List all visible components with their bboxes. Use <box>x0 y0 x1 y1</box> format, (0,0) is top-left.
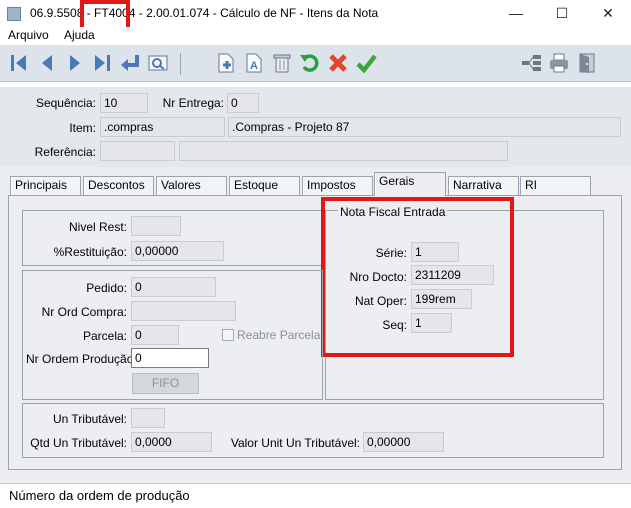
edit-document-icon[interactable]: A <box>242 51 266 75</box>
menu-ajuda[interactable]: Ajuda <box>64 28 95 42</box>
nr-entrega-field[interactable]: 0 <box>227 93 259 113</box>
close-button[interactable]: ✕ <box>585 0 631 27</box>
referencia-label: Referência: <box>34 145 96 159</box>
un-tributavel-field[interactable] <box>131 408 165 428</box>
referencia-description-field <box>179 141 508 161</box>
app-icon <box>7 7 21 21</box>
sequencia-field[interactable]: 10 <box>100 93 148 113</box>
previous-record-icon[interactable] <box>35 51 59 75</box>
nr-ordem-producao-label: Nr Ordem Produção: <box>26 352 137 366</box>
undo-icon[interactable] <box>298 51 322 75</box>
nr-ord-compra-label: Nr Ord Compra: <box>41 305 127 319</box>
new-document-icon[interactable] <box>214 51 238 75</box>
tab-impostos[interactable]: Impostos <box>302 176 373 195</box>
next-record-icon[interactable] <box>63 51 87 75</box>
cancel-icon[interactable] <box>326 51 350 75</box>
item-description-field: .Compras - Projeto 87 <box>228 117 621 137</box>
tab-principais[interactable]: Principais <box>10 176 81 195</box>
menu-bar: Arquivo Ajuda <box>0 27 631 45</box>
referencia-code-field[interactable] <box>100 141 175 161</box>
return-icon[interactable] <box>118 51 142 75</box>
qtd-un-tributavel-field[interactable]: 0,0000 <box>131 432 212 452</box>
parcela-field[interactable]: 0 <box>131 325 179 345</box>
restituicao-field[interactable]: 0,00000 <box>131 241 224 261</box>
pedido-field[interactable]: 0 <box>131 277 216 297</box>
exit-icon[interactable] <box>575 51 599 75</box>
tab-gerais[interactable]: Gerais <box>374 172 446 196</box>
confirm-icon[interactable] <box>354 51 378 75</box>
first-record-icon[interactable] <box>7 51 31 75</box>
reabre-parcela-checkbox[interactable] <box>222 329 234 341</box>
print-icon[interactable] <box>547 51 571 75</box>
nr-ordem-producao-input[interactable]: 0 <box>131 348 209 368</box>
valor-unit-field[interactable]: 0,00000 <box>363 432 444 452</box>
tab-estoque[interactable]: Estoque <box>229 176 300 195</box>
un-tributavel-label: Un Tributável: <box>52 412 127 426</box>
highlight-nota-fiscal <box>321 197 514 357</box>
toolbar-separator <box>180 53 181 75</box>
item-code-field[interactable]: .compras <box>100 117 225 137</box>
tree-list-icon[interactable] <box>519 51 543 75</box>
trash-icon[interactable] <box>270 51 294 75</box>
tab-valores[interactable]: Valores <box>156 176 227 195</box>
last-record-icon[interactable] <box>90 51 114 75</box>
nivel-rest-field[interactable] <box>131 216 181 236</box>
tab-ri[interactable]: RI <box>520 176 591 195</box>
valor-unit-label: Valor Unit Un Tributável: <box>230 436 360 450</box>
tab-narrativa[interactable]: Narrativa <box>448 176 519 195</box>
qtd-un-tributavel-label: Qtd Un Tributável: <box>30 436 127 450</box>
menu-arquivo[interactable]: Arquivo <box>8 28 49 42</box>
pedido-label: Pedido: <box>86 281 127 295</box>
item-label: Item: <box>69 121 96 135</box>
sequencia-label: Sequência: <box>35 96 96 110</box>
restituicao-label: %Restituição: <box>53 245 127 259</box>
maximize-button[interactable]: ☐ <box>539 0 585 27</box>
fifo-button[interactable]: FIFO <box>132 373 199 394</box>
search-icon[interactable] <box>146 51 170 75</box>
status-text: Número da ordem de produção <box>9 488 190 503</box>
parcela-label: Parcela: <box>82 329 127 343</box>
nr-entrega-label: Nr Entrega: <box>162 96 224 110</box>
reabre-parcela-label: Reabre Parcela <box>237 328 321 342</box>
svg-text:A: A <box>250 60 258 72</box>
toolbar: A <box>0 45 631 82</box>
status-bar: Número da ordem de produção <box>0 483 631 508</box>
nivel-rest-label: Nivel Rest: <box>68 220 127 234</box>
minimize-button[interactable]: — <box>493 0 539 27</box>
nr-ord-compra-field[interactable] <box>131 301 236 321</box>
tab-descontos[interactable]: Descontos <box>83 176 154 195</box>
